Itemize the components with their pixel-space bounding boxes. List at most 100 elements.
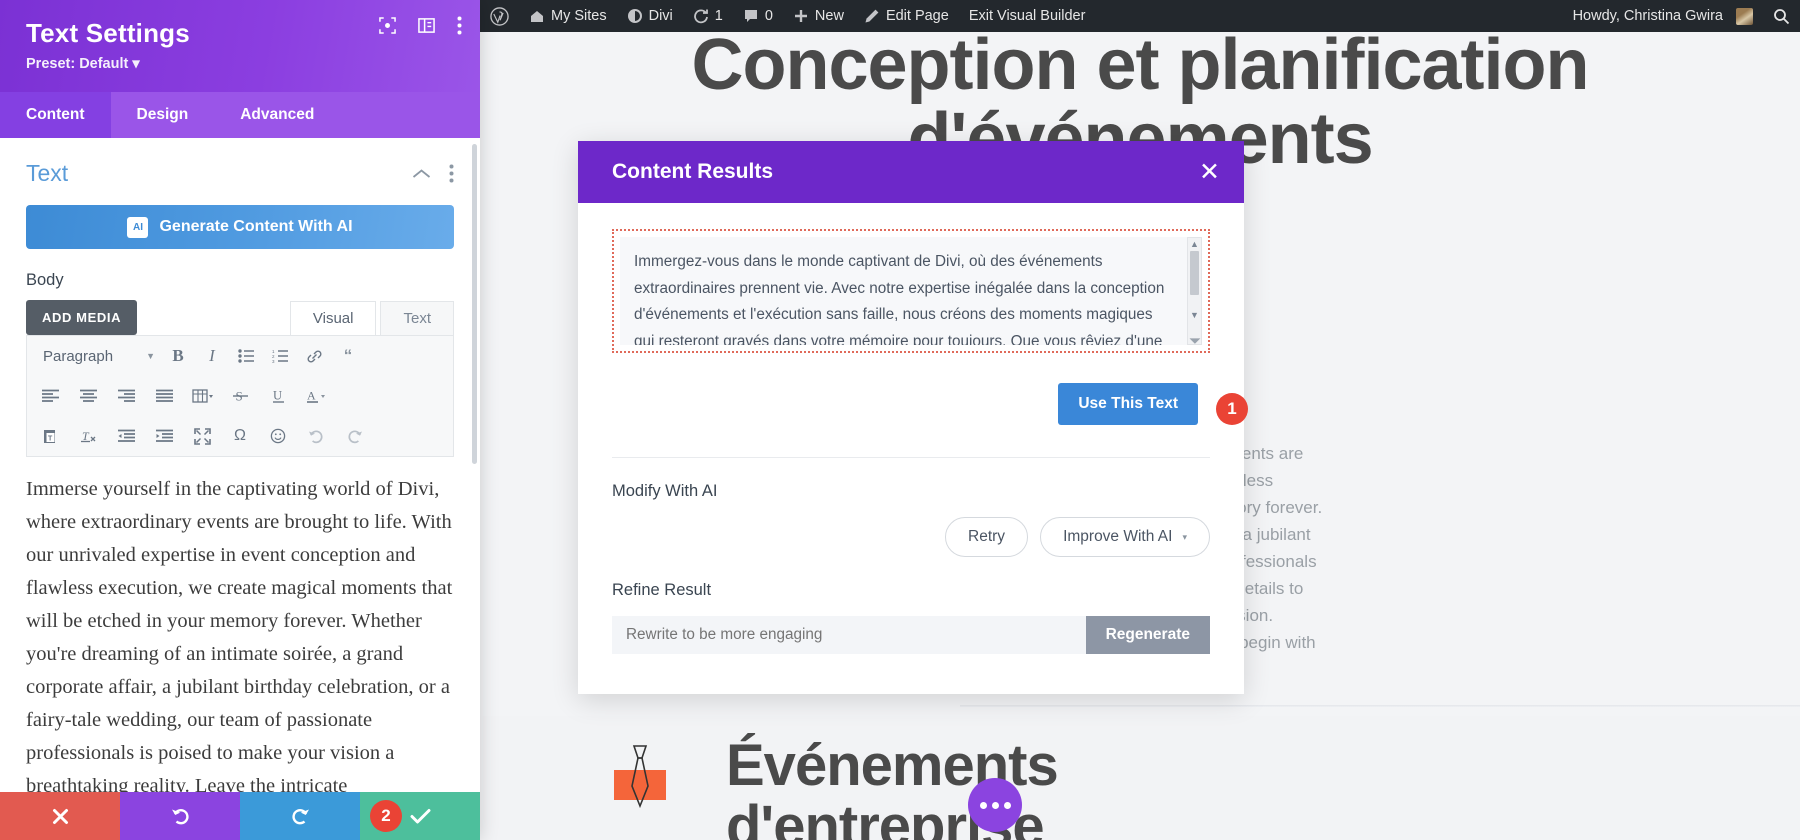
editor-top-bar: ADD MEDIA Visual Text	[0, 290, 480, 335]
adminbar-item-wordpress-logo[interactable]	[480, 0, 519, 32]
blockquote-icon[interactable]: “	[331, 341, 365, 371]
improve-with-ai-button[interactable]: Improve With AI ▾	[1040, 517, 1210, 557]
link-icon[interactable]	[297, 341, 331, 371]
regenerate-button[interactable]: Regenerate	[1085, 616, 1210, 654]
modal-header: Content Results ✕	[578, 141, 1244, 203]
close-icon[interactable]: ✕	[1199, 159, 1220, 185]
format-select[interactable]: Paragraph ▼	[33, 342, 161, 370]
add-media-button[interactable]: ADD MEDIA	[26, 300, 138, 335]
adminbar-item-exit-visual-builder[interactable]: Exit Visual Builder	[959, 0, 1096, 32]
adminbar-label: Edit Page	[885, 8, 949, 24]
tab-design[interactable]: Design	[111, 92, 215, 138]
refine-input[interactable]	[612, 616, 1086, 654]
panel-tabs: Content Design Advanced	[0, 92, 480, 138]
format-select-value: Paragraph	[43, 347, 114, 365]
align-justify-icon[interactable]	[147, 381, 181, 411]
necktie-icon	[614, 745, 666, 809]
adminbar-howdy: Howdy, Christina Gwira	[1572, 8, 1723, 24]
chevron-down-icon: ▾	[132, 56, 140, 72]
bullet-list-icon[interactable]	[229, 341, 263, 371]
result-scrollbar[interactable]: ▲ ▼ ◢	[1187, 237, 1202, 345]
scroll-down-icon[interactable]: ▼	[1190, 309, 1199, 321]
tab-content[interactable]: Content	[0, 92, 111, 138]
bold-icon[interactable]: B	[161, 341, 195, 371]
panel-header-icons	[379, 16, 462, 40]
align-center-icon[interactable]	[71, 381, 105, 411]
discard-button[interactable]	[0, 792, 120, 840]
fullscreen-icon[interactable]	[185, 421, 219, 451]
save-button[interactable]: 2	[360, 792, 480, 840]
special-character-icon[interactable]: Ω	[223, 421, 257, 451]
indent-icon[interactable]	[147, 421, 181, 451]
strikethrough-icon[interactable]: S	[223, 381, 257, 411]
kebab-menu-icon[interactable]	[457, 16, 462, 40]
svg-text:A: A	[307, 389, 316, 403]
undo-button[interactable]	[120, 792, 240, 840]
text-color-icon[interactable]: A	[299, 381, 333, 411]
adminbar-comments-count: 0	[764, 8, 773, 24]
adminbar-item-divi[interactable]: Divi	[617, 0, 683, 32]
adminbar-label: Exit Visual Builder	[968, 8, 1086, 24]
scrollbar-thumb[interactable]	[1190, 251, 1199, 295]
ai-icon: AI	[127, 216, 149, 238]
redo-icon[interactable]	[337, 421, 371, 451]
adminbar-search-button[interactable]	[1763, 0, 1800, 32]
result-textarea[interactable]: Immergez-vous dans le monde captivant de…	[620, 237, 1202, 345]
tab-visual[interactable]: Visual	[289, 301, 377, 335]
panel-scroll-area: Text AI Generate Content With AI Body AD…	[0, 138, 480, 792]
step-badge-2: 2	[370, 800, 402, 832]
panel-scrollbar[interactable]	[472, 144, 477, 464]
italic-icon[interactable]: I	[195, 341, 229, 371]
modal-body: Immergez-vous dans le monde captivant de…	[578, 203, 1248, 654]
table-icon[interactable]	[185, 381, 219, 411]
resize-grip-icon[interactable]: ◢	[1188, 332, 1201, 345]
target-icon[interactable]	[379, 17, 396, 39]
undo-icon[interactable]	[299, 421, 333, 451]
generate-content-with-ai-button[interactable]: AI Generate Content With AI	[26, 205, 454, 249]
chevron-down-icon: ▼	[146, 351, 155, 361]
generate-ai-label: Generate Content With AI	[159, 218, 353, 235]
align-left-icon[interactable]	[33, 381, 67, 411]
redo-button[interactable]	[240, 792, 360, 840]
plus-icon	[793, 8, 809, 24]
adminbar-updates-count: 1	[714, 8, 723, 24]
adminbar-right: Howdy, Christina Gwira	[1563, 0, 1800, 32]
layout-icon[interactable]	[418, 17, 435, 39]
refine-row: Regenerate	[612, 616, 1210, 654]
adminbar-label: Divi	[648, 8, 673, 24]
more-options-icon[interactable]	[968, 778, 1022, 832]
chevron-up-icon[interactable]	[412, 168, 431, 180]
align-right-icon[interactable]	[109, 381, 143, 411]
divi-icon	[627, 8, 643, 24]
underline-icon[interactable]: U	[261, 381, 295, 411]
wordpress-icon	[490, 6, 509, 26]
toolbar-row-3: T T Ω	[27, 416, 453, 456]
step-badge-1: 1	[1216, 393, 1248, 425]
pencil-icon	[864, 8, 880, 24]
editor-mode-tabs: Visual Text	[286, 301, 454, 335]
scroll-up-icon[interactable]: ▲	[1190, 238, 1199, 250]
comment-icon	[743, 8, 759, 24]
tab-advanced[interactable]: Advanced	[214, 92, 340, 138]
svg-text:T: T	[48, 436, 53, 443]
paste-as-text-icon[interactable]: T	[33, 421, 67, 451]
outdent-icon[interactable]	[109, 421, 143, 451]
adminbar-item-comments[interactable]: 0	[733, 0, 783, 32]
adminbar-item-edit-page[interactable]: Edit Page	[854, 0, 959, 32]
numbered-list-icon[interactable]: 123	[263, 341, 297, 371]
clear-formatting-icon[interactable]: T	[71, 421, 105, 451]
section-header-text: Text	[0, 138, 480, 197]
kebab-menu-icon[interactable]	[449, 164, 454, 183]
adminbar-item-my-sites[interactable]: My Sites	[519, 0, 617, 32]
adminbar-item-new[interactable]: New	[783, 0, 854, 32]
emoji-icon[interactable]	[261, 421, 295, 451]
avatar	[1736, 7, 1753, 25]
use-this-text-button[interactable]: Use This Text	[1058, 383, 1198, 425]
adminbar-account[interactable]: Howdy, Christina Gwira	[1563, 0, 1763, 32]
retry-button[interactable]: Retry	[945, 517, 1029, 557]
adminbar-item-updates[interactable]: 1	[683, 0, 733, 32]
tab-text[interactable]: Text	[380, 301, 454, 335]
panel-preset-selector[interactable]: Preset: Default ▾	[26, 56, 458, 72]
body-editor-content[interactable]: Immerse yourself in the captivating worl…	[0, 457, 480, 792]
content-results-modal: Content Results ✕ Immergez-vous dans le …	[578, 141, 1248, 694]
